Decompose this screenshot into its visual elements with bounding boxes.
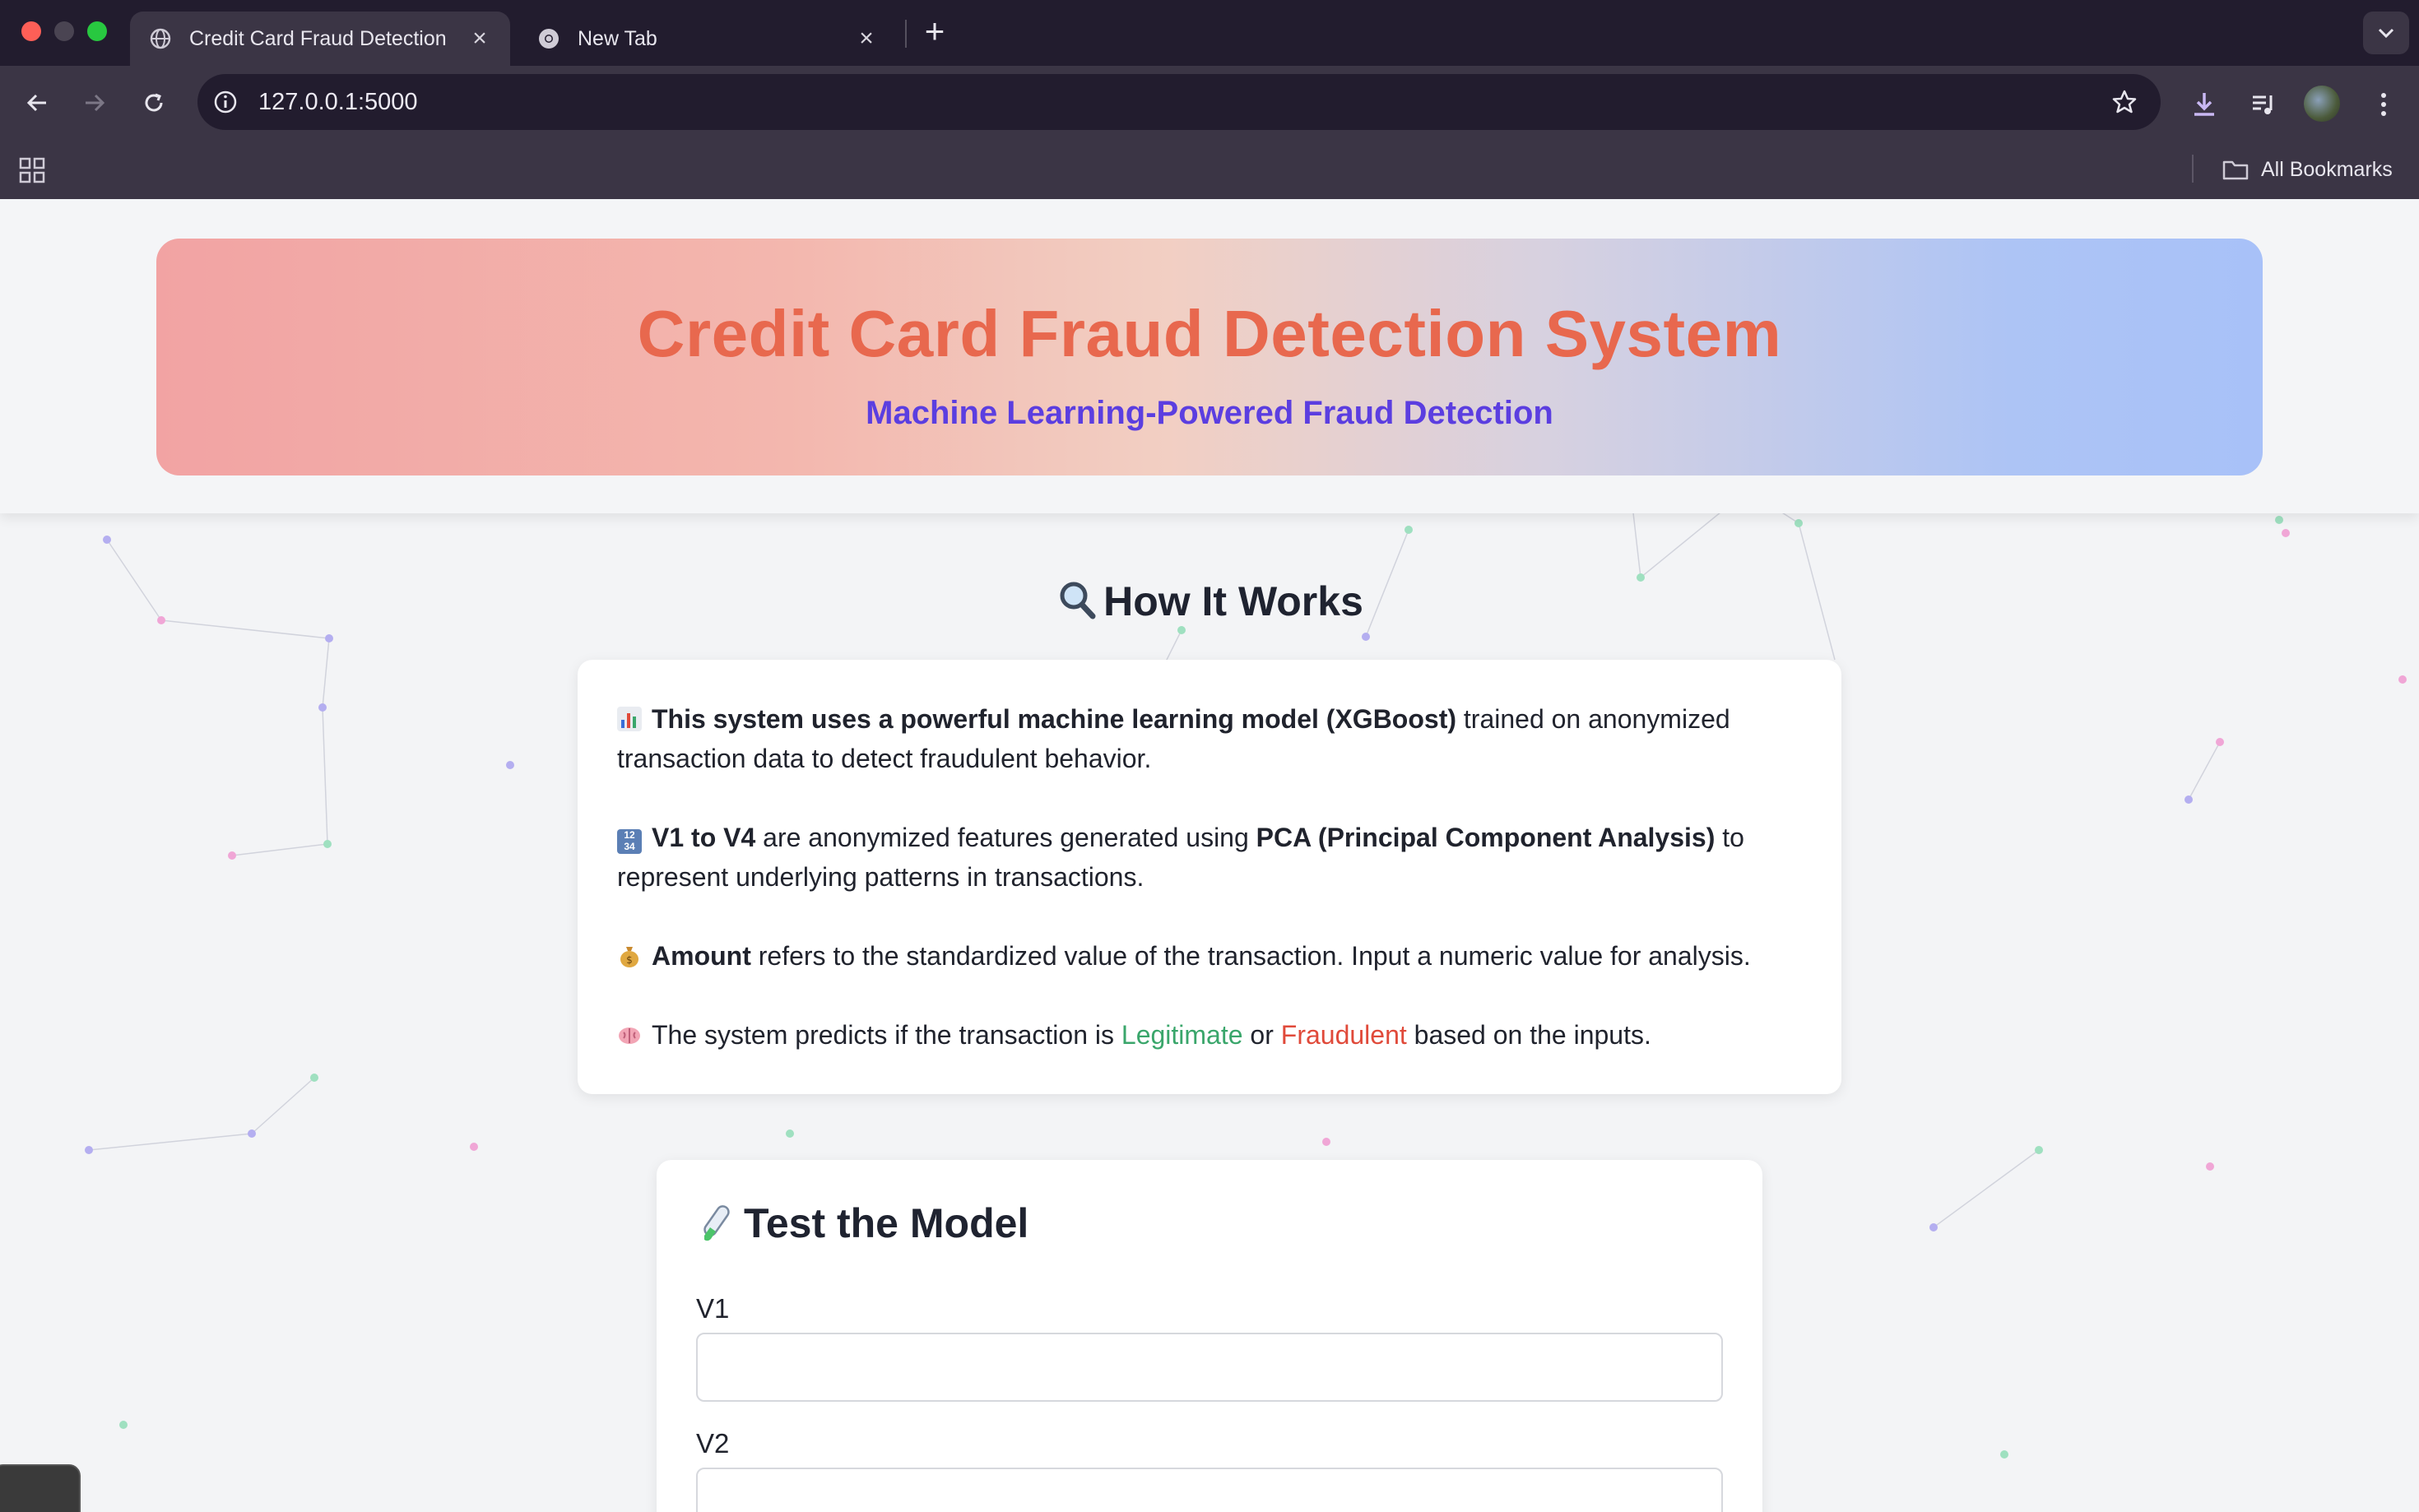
- brain-icon: [617, 1023, 642, 1047]
- page-content: Credit Card Fraud Detection System Machi…: [0, 199, 2419, 1512]
- info-paragraph-features: 12 34 V1 to V4 are anonymized features gen…: [617, 818, 1810, 897]
- info-text: refers to the standardized value of the …: [750, 941, 1751, 971]
- v1-input[interactable]: [696, 1333, 1723, 1402]
- plus-icon[interactable]: +: [918, 13, 951, 49]
- bookmarks-bar: All Bookmarks: [0, 140, 2419, 199]
- tab-title: New Tab: [578, 26, 657, 50]
- bar-chart-icon: [617, 707, 642, 731]
- address-bar[interactable]: 127.0.0.1:5000: [197, 74, 2161, 130]
- info-text: are anonymized features generated using: [755, 823, 1256, 852]
- how-it-works-card: This system uses a powerful machine lear…: [578, 660, 1841, 1094]
- window-minimize-button[interactable]: [54, 21, 74, 41]
- v2-label: V2: [696, 1428, 730, 1459]
- folder-icon: [2222, 160, 2249, 180]
- chevron-down-icon[interactable]: [2363, 12, 2409, 54]
- v1-label: V1: [696, 1293, 730, 1324]
- test-tube-icon: [696, 1203, 734, 1244]
- v2-input[interactable]: [696, 1468, 1723, 1512]
- bookmarks-divider: [2192, 155, 2194, 183]
- apps-icon[interactable]: [18, 156, 46, 184]
- floating-panel-tab[interactable]: [0, 1464, 81, 1512]
- browser-toolbar: 127.0.0.1:5000: [0, 66, 2419, 140]
- chrome-icon: [536, 26, 561, 51]
- globe-icon: [148, 26, 173, 51]
- header-section: Credit Card Fraud Detection System Machi…: [0, 199, 2419, 513]
- tab-divider: [905, 20, 907, 48]
- close-icon[interactable]: ×: [467, 25, 492, 53]
- fraudulent-label: Fraudulent: [1280, 1020, 1407, 1050]
- info-bold-text: This system uses a powerful machine lear…: [652, 704, 1456, 734]
- info-bold-text: PCA (Principal Component Analysis): [1256, 823, 1716, 852]
- star-icon[interactable]: [2108, 86, 2141, 118]
- money-bag-icon: $: [617, 944, 642, 968]
- window-zoom-button[interactable]: [87, 21, 107, 41]
- url-text: 127.0.0.1:5000: [258, 89, 418, 115]
- legitimate-label: Legitimate: [1121, 1020, 1243, 1050]
- all-bookmarks-label: All Bookmarks: [2261, 157, 2393, 181]
- info-text: based on the inputs.: [1406, 1020, 1651, 1050]
- test-model-text: Test the Model: [744, 1200, 1029, 1246]
- window-close-button[interactable]: [21, 21, 41, 41]
- hero-banner: Credit Card Fraud Detection System Machi…: [156, 239, 2263, 475]
- info-paragraph-amount: $ Amount refers to the standardized valu…: [617, 936, 1810, 976]
- numbers-icon: 12 34: [617, 829, 642, 854]
- how-it-works-text: How It Works: [1103, 578, 1363, 624]
- tab-credit-card-fraud-detection[interactable]: Credit Card Fraud Detection ×: [130, 12, 510, 66]
- download-icon[interactable]: [2185, 86, 2223, 123]
- info-bold-text: Amount: [652, 941, 751, 971]
- info-paragraph-prediction: The system predicts if the transaction i…: [617, 1015, 1810, 1055]
- close-icon[interactable]: ×: [854, 25, 879, 53]
- menu-icon[interactable]: [2365, 86, 2403, 123]
- magnifier-icon: [1056, 579, 1097, 630]
- back-icon[interactable]: [16, 82, 58, 123]
- all-bookmarks-button[interactable]: All Bookmarks: [2222, 140, 2393, 199]
- tab-bar: Credit Card Fraud Detection × New Tab × …: [0, 0, 2419, 66]
- media-icon[interactable]: [2245, 86, 2282, 123]
- avatar[interactable]: [2304, 86, 2340, 122]
- page-title: Credit Card Fraud Detection System: [637, 297, 1782, 370]
- page-subtitle: Machine Learning-Powered Fraud Detection: [866, 395, 1553, 431]
- svg-text:$: $: [626, 954, 633, 966]
- test-model-heading: Test the Model: [696, 1199, 1028, 1247]
- test-model-card: Test the Model V1 V2: [657, 1160, 1762, 1512]
- reload-icon[interactable]: [133, 82, 174, 123]
- tab-title: Credit Card Fraud Detection: [189, 26, 447, 50]
- info-bold-text: V1 to V4: [652, 823, 756, 852]
- how-it-works-heading: How It Works: [0, 577, 2419, 630]
- info-paragraph-model: This system uses a powerful machine lear…: [617, 699, 1810, 778]
- info-text: The system predicts if the transaction i…: [652, 1020, 1121, 1050]
- info-icon[interactable]: [209, 86, 242, 118]
- forward-icon[interactable]: [74, 82, 115, 123]
- info-text: or: [1242, 1020, 1281, 1050]
- tab-new-tab[interactable]: New Tab ×: [518, 12, 897, 66]
